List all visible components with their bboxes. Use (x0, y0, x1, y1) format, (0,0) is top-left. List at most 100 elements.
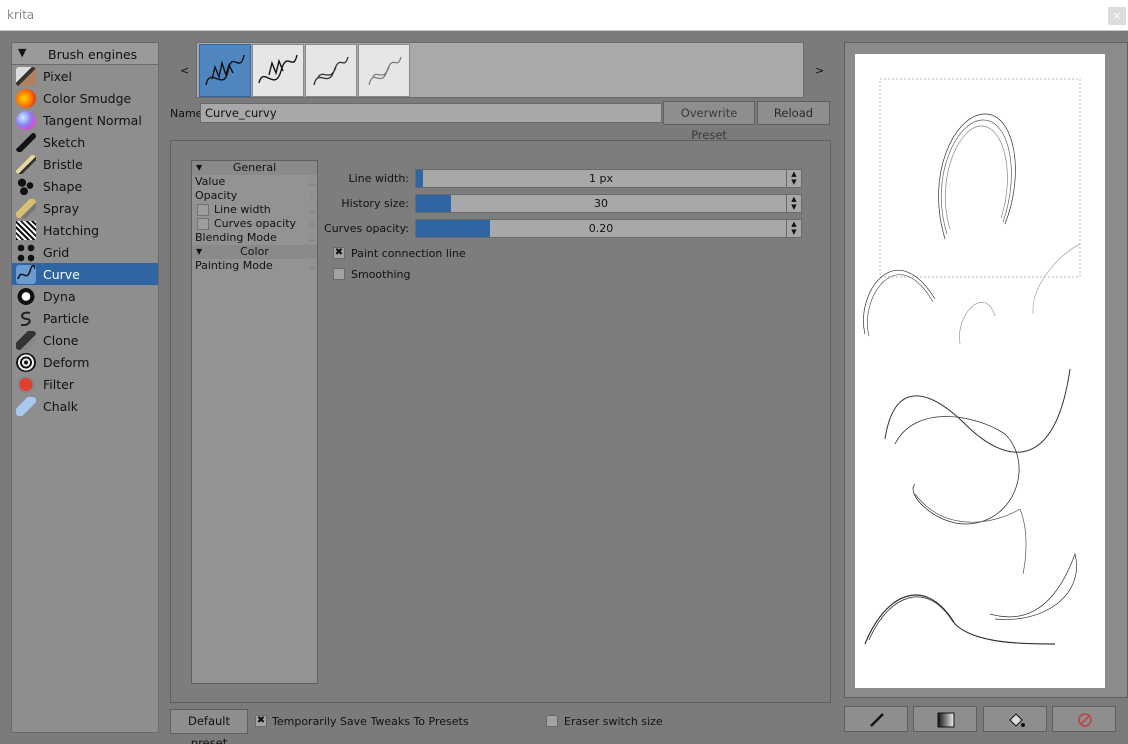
eraser-switch-size-checkbox[interactable] (546, 715, 558, 727)
engine-label: Spray (43, 201, 80, 216)
history-size-spinner[interactable]: ▲ ▼ (786, 194, 802, 213)
option-label: Value (195, 175, 226, 188)
engine-label: Curve (43, 267, 80, 282)
bristle-brush-icon (16, 155, 36, 174)
filter-icon (16, 375, 36, 394)
engine-label: Chalk (43, 399, 79, 414)
close-button[interactable]: × (1108, 7, 1126, 25)
fill-icon (1009, 713, 1025, 727)
engine-item-sketch[interactable]: Sketch (12, 131, 158, 153)
line-width-label: Line width: (348, 172, 409, 185)
scratchpad-clear-button[interactable] (1052, 706, 1116, 732)
engine-label: Clone (43, 333, 79, 348)
reload-button[interactable]: Reload (757, 101, 830, 125)
default-preset-button[interactable]: Default preset (170, 709, 248, 744)
option-label: Line width (214, 203, 271, 216)
spray-can-icon (16, 199, 36, 218)
engine-item-particle[interactable]: Particle (12, 307, 158, 329)
curves-opacity-checkbox[interactable] (197, 218, 209, 230)
preset-strip (196, 42, 804, 98)
spin-down-icon[interactable]: ▼ (787, 228, 801, 236)
brush-engines-header[interactable]: ▼ Brush engines (12, 43, 158, 65)
engine-label: Shape (43, 179, 83, 194)
window-title: krita (7, 8, 35, 22)
brush-icon (870, 713, 884, 727)
engine-label: Tangent Normal (43, 113, 142, 128)
smoothing-label: Smoothing (351, 268, 411, 281)
curve-icon (16, 264, 36, 284)
gradient-icon (937, 712, 955, 728)
engine-item-color-smudge[interactable]: Color Smudge (12, 87, 158, 109)
line-width-slider[interactable]: 1 px (415, 169, 787, 188)
hatching-icon (16, 221, 36, 240)
scratchpad-gradient-button[interactable] (913, 706, 977, 732)
spin-down-icon[interactable]: ▼ (787, 203, 801, 211)
grid-dots-icon (16, 243, 36, 262)
engine-item-chalk[interactable]: Chalk (12, 395, 158, 417)
curves-opacity-slider[interactable]: 0.20 (415, 219, 787, 238)
shape-dots-icon (16, 177, 36, 196)
engine-label: Grid (43, 245, 70, 260)
preset-thumbnail[interactable] (358, 44, 410, 97)
section-label: Color (240, 245, 269, 258)
smoothing-checkbox[interactable] (333, 268, 345, 280)
engine-item-filter[interactable]: Filter (12, 373, 158, 395)
engine-label: Particle (43, 311, 90, 326)
spin-down-icon[interactable]: ▼ (787, 178, 801, 186)
option-label: Opacity (195, 189, 238, 202)
curves-opacity-spinner[interactable]: ▲ ▼ (786, 219, 802, 238)
tangent-normal-icon (16, 111, 36, 130)
spin-up-icon[interactable]: ▲ (787, 170, 801, 178)
color-section-header[interactable]: ▼ Color (192, 245, 317, 259)
preset-stroke-icon (258, 54, 298, 84)
engine-item-clone[interactable]: Clone (12, 329, 158, 351)
option-label: Painting Mode (195, 259, 273, 272)
engine-item-shape[interactable]: Shape (12, 175, 158, 197)
title-bar: krita × (0, 0, 1128, 31)
scratchpad-brush-button[interactable] (844, 706, 908, 732)
line-width-checkbox[interactable] (197, 204, 209, 216)
preset-thumbnail[interactable] (252, 44, 304, 97)
engine-item-pixel[interactable]: Pixel (12, 65, 158, 87)
engine-item-bristle[interactable]: Bristle (12, 153, 158, 175)
brush-engine-list: ▼ Brush engines Pixel Color Smudge Tange… (11, 42, 159, 733)
option-label: Curves opacity (214, 217, 297, 230)
temp-save-tweaks-checkbox[interactable]: ✖ (255, 715, 267, 727)
preset-scroll-right-button[interactable]: > (815, 64, 824, 77)
preset-name-input[interactable]: Curve_curvy (200, 103, 662, 123)
slider-value: 0.20 (588, 222, 614, 235)
collapse-triangle-icon: ▼ (18, 46, 27, 59)
eraser-switch-size-label: Eraser switch size (564, 715, 663, 728)
engine-item-grid[interactable]: Grid (12, 241, 158, 263)
engine-item-spray[interactable]: Spray (12, 197, 158, 219)
spin-up-icon[interactable]: ▲ (787, 195, 801, 203)
lock-icon[interactable]: △ (309, 259, 315, 273)
preset-stroke-icon (368, 56, 402, 86)
scratchpad-canvas[interactable] (855, 54, 1105, 688)
option-label: Blending Mode (195, 231, 277, 244)
paint-connection-line-checkbox[interactable]: ✖ (333, 247, 345, 259)
preset-scroll-left-button[interactable]: < (180, 64, 189, 77)
overwrite-preset-button[interactable]: Overwrite Preset (663, 101, 755, 142)
history-size-label: History size: (341, 197, 409, 210)
engine-item-hatching[interactable]: Hatching (12, 219, 158, 241)
clone-stamp-icon (16, 331, 36, 350)
collapse-triangle-icon: ▼ (196, 247, 203, 256)
scratchpad-strokes (863, 78, 1081, 645)
engine-label: Filter (43, 377, 74, 392)
spin-up-icon[interactable]: ▲ (787, 220, 801, 228)
line-width-spinner[interactable]: ▲ ▼ (786, 169, 802, 188)
engine-item-curve[interactable]: Curve (12, 263, 158, 285)
history-size-slider[interactable]: 30 (415, 194, 787, 213)
scratchpad-fill-button[interactable] (983, 706, 1047, 732)
option-painting-mode[interactable]: Painting Mode △ (192, 259, 317, 273)
dyna-icon (16, 287, 36, 306)
preset-thumbnail[interactable] (305, 44, 357, 97)
slider-value: 30 (594, 197, 608, 210)
engine-item-dyna[interactable]: Dyna (12, 285, 158, 307)
engine-item-deform[interactable]: Deform (12, 351, 158, 373)
preset-thumbnail[interactable] (199, 44, 251, 97)
engine-item-tangent-normal[interactable]: Tangent Normal (12, 109, 158, 131)
particle-icon (16, 309, 36, 328)
engine-label: Pixel (43, 69, 72, 84)
